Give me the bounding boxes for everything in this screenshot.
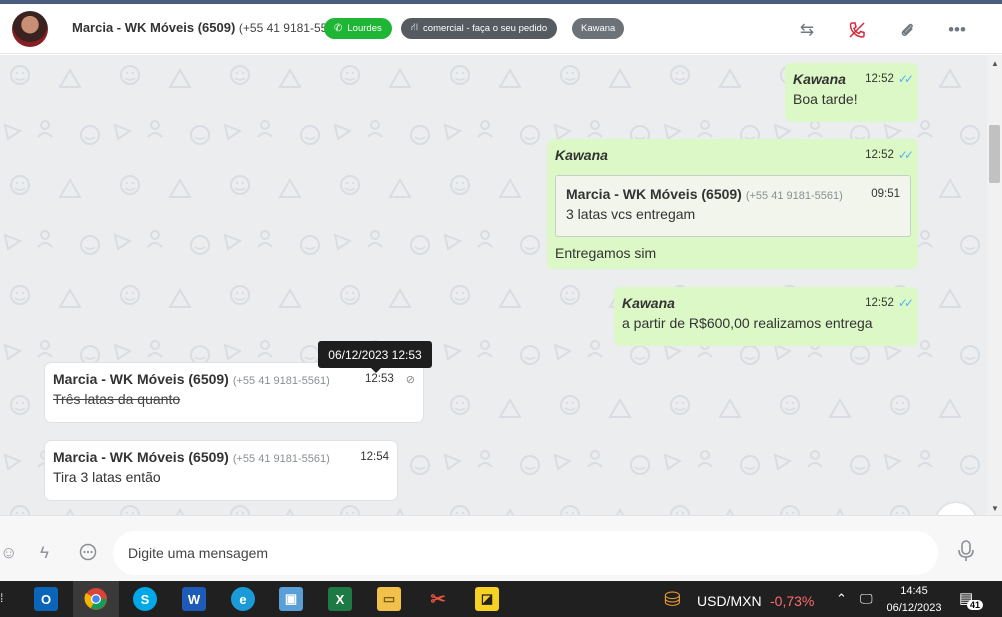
currency-coins-icon: ⛁ [664,589,681,611]
deleted-icon: ⊘ [405,373,415,386]
message-sender: Kawana [555,147,608,163]
whatsapp-icon: ✆ [334,23,343,34]
emoji-icon[interactable]: ☺ [0,543,17,563]
hangup-icon[interactable] [846,19,868,41]
quoted-message[interactable]: Marcia - WK Móveis (6509) (+55 41 9181-55… [555,175,911,237]
message-time: 12:52 [865,297,894,309]
contact-avatar[interactable] [12,11,48,47]
message-bubble-outgoing[interactable]: Kawana 12:52 ✓✓ a partir de R$600,00 rea… [614,287,918,346]
message-sender: Kawana [793,71,846,87]
tag-label: Lourdes [347,23,382,34]
message-time: 12:52 [865,73,894,85]
contact-title[interactable]: Marcia - WK Móveis (6509) (+55 41 9181-5… [72,20,345,35]
chat-scrollbar[interactable]: ▲ ▼ [987,55,1002,515]
windows-taskbar: ⁞ O S W e ▣ X ▭ ✂ ◪ ⛁ USD/MXN -0,73% ⌃ 🖵… [0,581,1002,617]
tag-agent[interactable]: Kawana [572,18,625,39]
tooltip-arrow [370,367,382,373]
outlook-app-icon[interactable]: O [23,581,69,617]
sitemap-icon: ⛙ [411,22,419,33]
read-check-icon: ✓✓ [897,296,914,310]
read-check-icon: ✓✓ [897,72,914,86]
message-bubble-incoming[interactable]: Marcia - WK Móveis (6509) (+55 41 9181-55… [45,363,423,422]
message-time: 12:52 [865,149,894,161]
chat-options-icon[interactable] [79,543,97,566]
chevron-up-icon[interactable]: ⌃ [836,591,847,607]
more-icon[interactable]: ••• [946,19,968,41]
chat-area[interactable]: Kawana 12:52 ✓✓ Boa tarde! Kawana 12:52 … [0,55,987,515]
chat-header: Marcia - WK Móveis (6509) (+55 41 9181-5… [0,4,1002,54]
tag-queue[interactable]: ⛙ comercial - faça o seu pedido [401,18,558,39]
quoted-sender-phone: (+55 41 9181-5561) [745,190,843,202]
message-input[interactable] [113,531,938,575]
message-sender-name: Marcia - WK Móveis (6509) [53,449,229,465]
message-sender: Marcia - WK Móveis (6509) (+55 41 9181-55… [53,371,330,387]
sticky-notes-app-icon[interactable]: ◪ [464,581,510,617]
taskbar-edge-icon[interactable]: ⁞ [0,591,3,605]
skype-app-icon[interactable]: S [122,581,168,617]
message-text: a partir de R$600,00 realizamos entrega [622,315,873,331]
message-sender-phone: (+55 41 9181-5561) [232,453,330,465]
message-time[interactable]: 12:53 [365,373,394,385]
network-icon[interactable]: 🖵 [860,591,873,607]
file-explorer-app-icon[interactable]: ▭ [366,581,412,617]
snipping-tool-app-icon[interactable]: ✂ [415,581,461,617]
ticker-change[interactable]: -0,73% [770,593,814,609]
contact-name: Marcia - WK Móveis (6509) [72,20,236,35]
tag-lourdes[interactable]: ✆ Lourdes [324,18,392,39]
chrome-app-icon[interactable] [73,581,119,617]
scrollbar-thumb[interactable] [989,125,1000,183]
quoted-time: 09:51 [871,188,900,200]
clock-time[interactable]: 14:45 [886,585,942,597]
transfer-icon[interactable]: ⇆ [796,19,818,41]
message-time: 12:54 [360,451,389,463]
attachment-icon[interactable] [896,19,918,41]
quoted-sender-name: Marcia - WK Móveis (6509) [566,186,742,202]
notification-count-badge: 41 [967,600,984,610]
message-sender: Marcia - WK Móveis (6509) (+55 41 9181-55… [53,449,330,465]
ticker-label[interactable]: USD/MXN [697,593,762,609]
message-text: Entregamos sim [555,245,657,261]
message-sender-name: Marcia - WK Móveis (6509) [53,371,229,387]
read-check-icon: ✓✓ [897,148,914,162]
remote-desktop-app-icon[interactable]: ▣ [268,581,314,617]
excel-app-icon[interactable]: X [317,581,363,617]
message-composer: ☺ ϟ [0,515,1002,581]
message-sender: Kawana [622,295,675,311]
tag-label: comercial - faça o seu pedido [423,23,548,34]
scroll-up-arrow-icon[interactable]: ▲ [991,59,999,68]
microphone-icon[interactable] [958,540,974,568]
scroll-down-arrow-icon[interactable]: ▼ [991,504,999,513]
timestamp-tooltip: 06/12/2023 12:53 [318,341,432,368]
edge-app-icon[interactable]: e [220,581,266,617]
tag-label: Kawana [581,23,616,34]
message-text: Tira 3 latas então [53,469,161,485]
quoted-text: 3 latas vcs entregam [566,206,696,222]
message-text: Boa tarde! [793,91,858,107]
message-bubble-outgoing[interactable]: Kawana 12:52 ✓✓ Boa tarde! [785,63,918,122]
quoted-sender: Marcia - WK Móveis (6509) (+55 41 9181-55… [566,186,843,202]
quick-reply-lightning-icon[interactable]: ϟ [40,543,49,563]
word-app-icon[interactable]: W [171,581,217,617]
message-bubble-incoming[interactable]: Marcia - WK Móveis (6509) (+55 41 9181-55… [45,441,397,500]
clock-date[interactable]: 06/12/2023 [883,602,945,614]
message-bubble-outgoing[interactable]: Kawana 12:52 ✓✓ Marcia - WK Móveis (6509… [547,139,918,269]
message-sender-phone: (+55 41 9181-5561) [232,375,330,387]
message-text-deleted: Três latas da quanto [53,391,181,407]
